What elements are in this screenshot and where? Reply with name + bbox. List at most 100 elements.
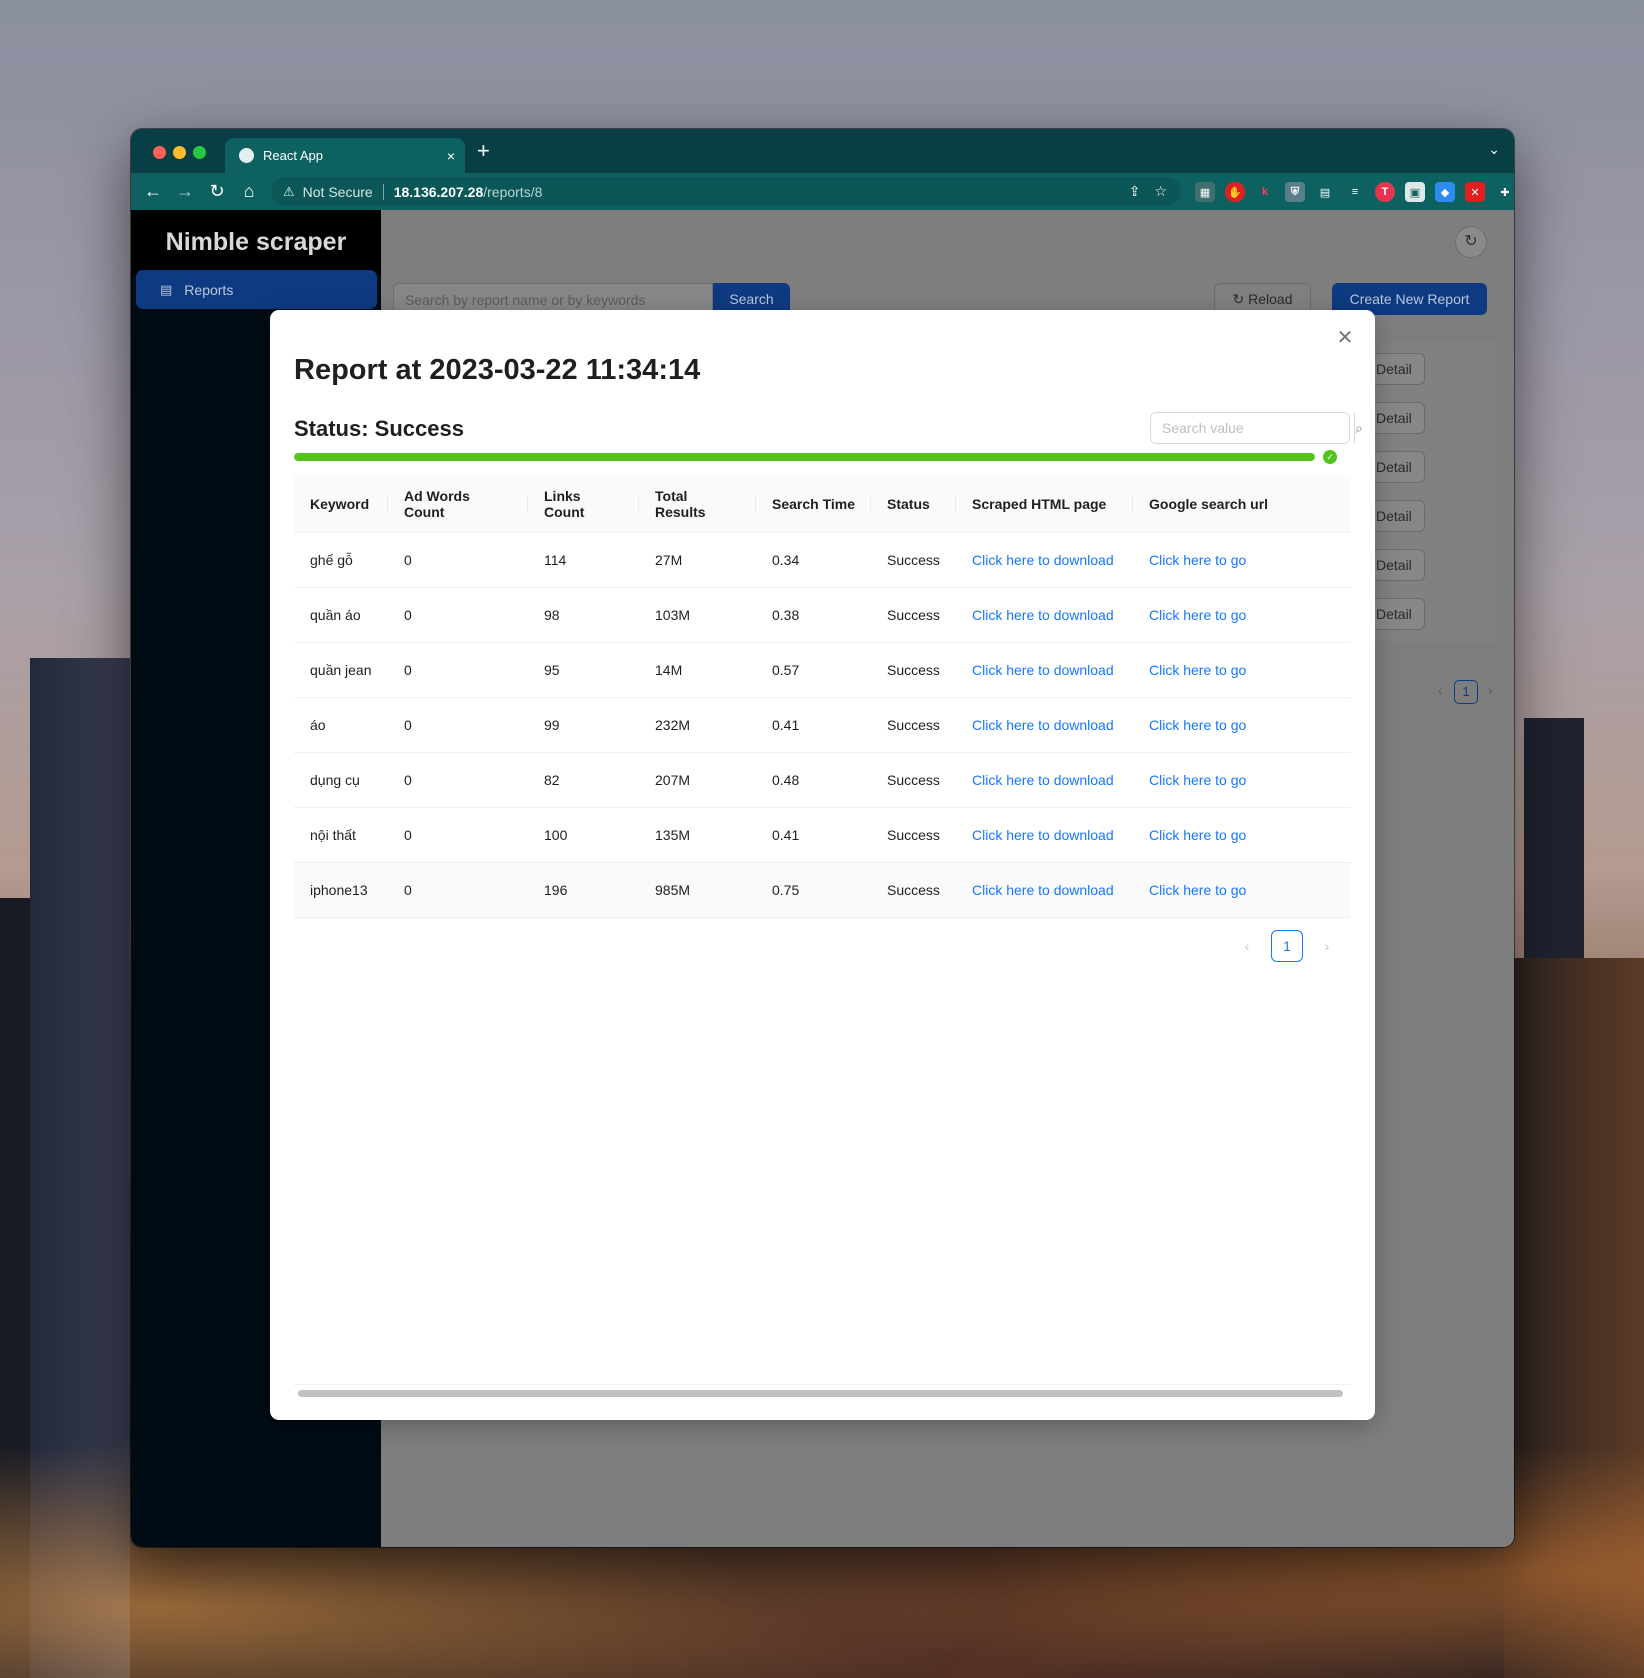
download-html-link[interactable]: Click here to download: [972, 552, 1114, 568]
search-value-field: ⌕: [1150, 412, 1363, 444]
detail-button[interactable]: Detail: [1367, 451, 1425, 483]
page-number[interactable]: 1: [1271, 930, 1303, 962]
table-header-row: Keyword Ad Words Count Links Count Total…: [294, 476, 1351, 533]
detail-button[interactable]: Detail: [1367, 549, 1425, 581]
forward-arrow-icon[interactable]: →: [173, 179, 197, 203]
google-url-link[interactable]: Click here to go: [1149, 827, 1246, 843]
google-url-link[interactable]: Click here to go: [1149, 662, 1246, 678]
list-extension-icon[interactable]: ≡: [1345, 182, 1365, 202]
share-icon[interactable]: ⇪: [1129, 183, 1141, 200]
detail-button[interactable]: Detail: [1367, 598, 1425, 630]
table-row: quần jean 0 95 14M 0.57 Success Click he…: [294, 642, 1351, 698]
google-url-link[interactable]: Click here to go: [1149, 882, 1246, 898]
search-value-input[interactable]: [1151, 413, 1354, 443]
wallpaper-building: [0, 898, 40, 1678]
detail-button[interactable]: Detail: [1367, 402, 1425, 434]
google-url-link[interactable]: Click here to go: [1149, 552, 1246, 568]
window-extension-icon[interactable]: ▣: [1405, 182, 1425, 202]
detail-button[interactable]: Detail: [1367, 500, 1425, 532]
new-tab-button[interactable]: +: [477, 139, 490, 163]
wallpaper-building: [1524, 718, 1584, 1678]
download-html-link[interactable]: Click here to download: [972, 882, 1114, 898]
refresh-icon[interactable]: ↻: [1455, 226, 1487, 258]
ad-words-cell: 0: [388, 862, 528, 918]
zoom-window-button[interactable]: [193, 146, 206, 159]
table-row: iphone13 0 196 985M 0.75 Success Click h…: [294, 862, 1351, 918]
page-next-icon[interactable]: ›: [1488, 682, 1493, 698]
shield-extension-icon[interactable]: ⛨: [1285, 182, 1305, 202]
k-extension-icon[interactable]: k: [1255, 182, 1275, 202]
detail-button[interactable]: Detail: [1367, 353, 1425, 385]
progress-fill: [294, 453, 1315, 461]
links-count-cell: 100: [528, 807, 639, 863]
chevron-left-icon[interactable]: ‹: [1235, 938, 1259, 954]
column-header: Status: [871, 476, 956, 533]
minimize-window-button[interactable]: [173, 146, 186, 159]
wallpaper-building: [1504, 958, 1644, 1678]
browser-toolbar: ← → ↻ ⌂ ⚠ Not Secure 18.136.207.28 /repo…: [131, 173, 1514, 210]
t-extension-icon[interactable]: T: [1375, 182, 1395, 202]
status-cell: Success: [871, 862, 956, 918]
table-row: quần áo 0 98 103M 0.38 Success Click her…: [294, 587, 1351, 643]
drop-extension-icon[interactable]: ◆: [1435, 182, 1455, 202]
page-header: ↻: [381, 210, 1514, 275]
status-cell: Success: [871, 807, 956, 863]
tab-search-chevron-icon[interactable]: ⌄: [1488, 141, 1500, 158]
scrollbar-thumb[interactable]: [298, 1390, 1343, 1397]
ad-words-cell: 0: [388, 587, 528, 643]
keyword-cell: dụng cụ: [294, 752, 388, 808]
title-bar: React App × + ⌄: [131, 129, 1514, 173]
chevron-right-icon[interactable]: ›: [1315, 938, 1339, 954]
back-arrow-icon[interactable]: ←: [141, 179, 165, 203]
horizontal-scrollbar[interactable]: [294, 1384, 1351, 1398]
keyword-table: Keyword Ad Words Count Links Count Total…: [294, 476, 1351, 918]
status-cell: Success: [871, 587, 956, 643]
download-html-link[interactable]: Click here to download: [972, 717, 1114, 733]
search-icon[interactable]: ⌕: [1354, 413, 1363, 443]
page-number[interactable]: 1: [1454, 680, 1478, 704]
close-icon[interactable]: ✕: [1333, 326, 1357, 350]
status-heading: Status: Success: [294, 416, 464, 441]
puzzle-extensions-icon[interactable]: ✚: [1495, 182, 1514, 202]
tab-title: React App: [263, 148, 323, 163]
google-url-link[interactable]: Click here to go: [1149, 607, 1246, 623]
keyword-cell: quần áo: [294, 587, 388, 643]
table-pagination: ‹ 1 ›: [1235, 930, 1339, 962]
check-circle-icon: ✓: [1323, 450, 1337, 464]
extensions-bar: ▦ ✋ k ⛨ ▤ ≡ T ▣ ◆ ✕ ✚ ◧ ⋮: [1195, 181, 1514, 203]
download-html-link[interactable]: Click here to download: [972, 827, 1114, 843]
url-host: 18.136.207.28: [393, 183, 484, 200]
printer-extension-icon[interactable]: ▤: [1315, 182, 1335, 202]
total-results-cell: 27M: [639, 532, 756, 588]
close-window-button[interactable]: [153, 146, 166, 159]
browser-tab[interactable]: React App ×: [225, 138, 465, 173]
status-cell: Success: [871, 532, 956, 588]
bookmark-star-icon[interactable]: ☆: [1154, 183, 1167, 200]
qr-code-extension-icon[interactable]: ▦: [1195, 182, 1215, 202]
column-header: Search Time: [756, 476, 871, 533]
tab-close-icon[interactable]: ×: [437, 148, 465, 164]
download-html-link[interactable]: Click here to download: [972, 607, 1114, 623]
x-extension-icon[interactable]: ✕: [1465, 182, 1485, 202]
total-results-cell: 103M: [639, 587, 756, 643]
column-header: Total Results: [639, 476, 756, 533]
reload-icon[interactable]: ↻: [205, 179, 229, 203]
report-modal: ✕ Report at 2023-03-22 11:34:14 Status: …: [270, 310, 1375, 1420]
download-html-link[interactable]: Click here to download: [972, 772, 1114, 788]
ad-words-cell: 0: [388, 807, 528, 863]
stop-extension-icon[interactable]: ✋: [1225, 182, 1245, 202]
sidebar-item-reports[interactable]: ▤ Reports: [136, 270, 377, 309]
download-html-link[interactable]: Click here to download: [972, 662, 1114, 678]
sidebar-item-label: Reports: [184, 281, 234, 298]
status-cell: Success: [871, 752, 956, 808]
google-url-link[interactable]: Click here to go: [1149, 772, 1246, 788]
total-results-cell: 14M: [639, 642, 756, 698]
app-brand: Nimble scraper: [131, 210, 381, 275]
not-secure-label[interactable]: Not Secure: [303, 184, 373, 200]
search-time-cell: 0.57: [756, 642, 871, 698]
home-icon[interactable]: ⌂: [237, 179, 261, 203]
total-results-cell: 135M: [639, 807, 756, 863]
page-prev-icon[interactable]: ‹: [1438, 682, 1443, 698]
google-url-link[interactable]: Click here to go: [1149, 717, 1246, 733]
address-bar[interactable]: ⚠ Not Secure 18.136.207.28 /reports/8 ⇪ …: [271, 177, 1181, 206]
